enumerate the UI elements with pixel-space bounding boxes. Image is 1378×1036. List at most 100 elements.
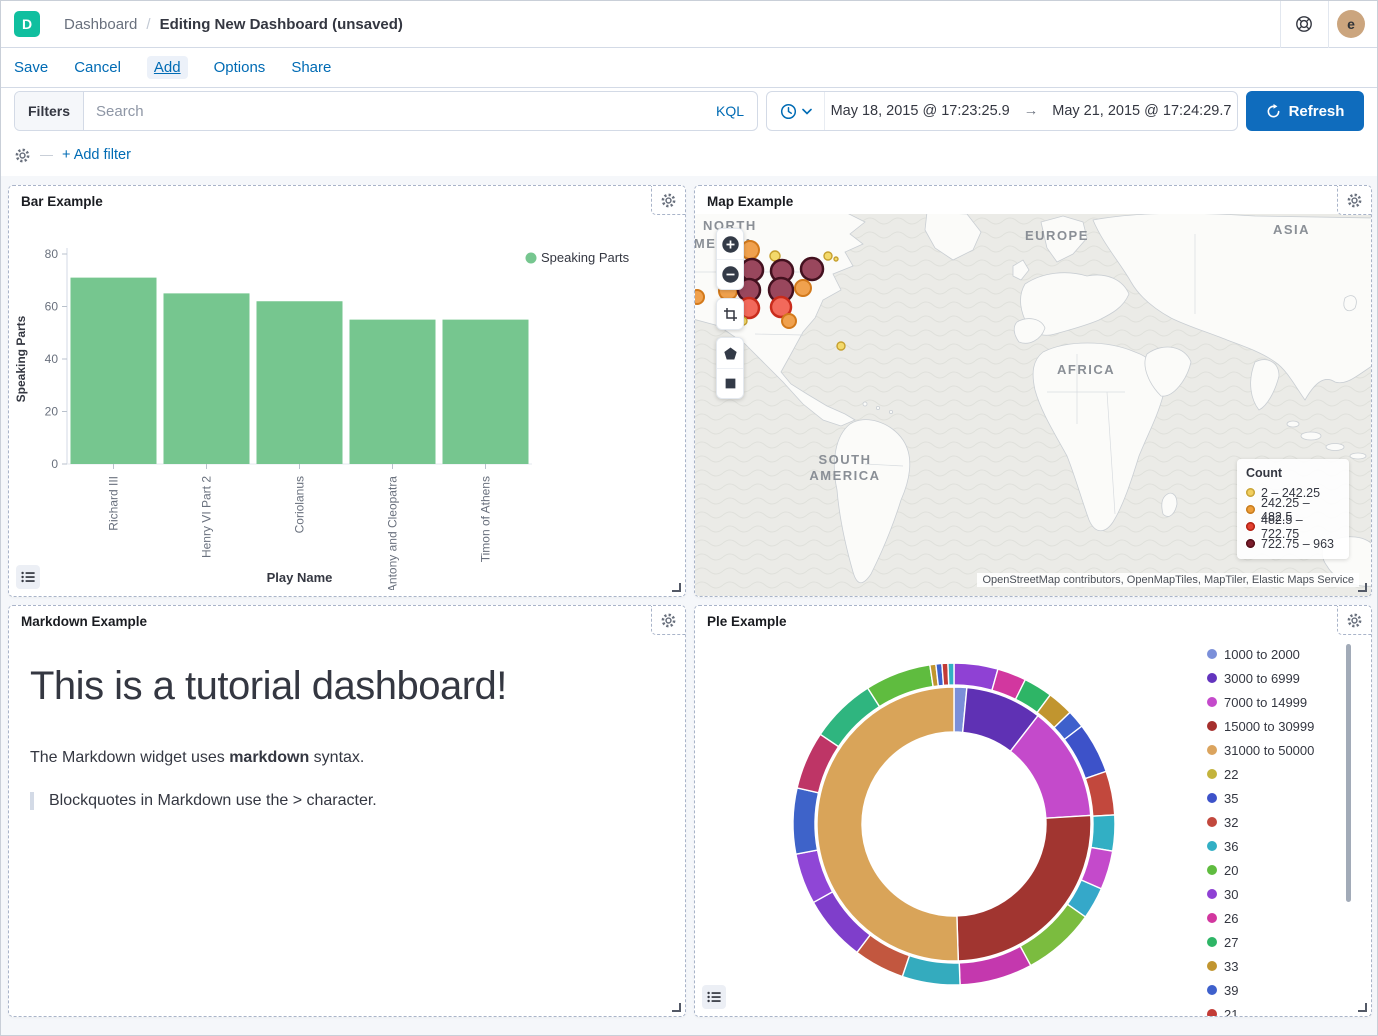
bar-Richard III[interactable] — [71, 278, 157, 464]
legend-label: 36 — [1224, 839, 1238, 854]
map-legend-item: 482.5 – 722.75 — [1246, 518, 1340, 535]
pie-legend-item-20[interactable]: 20 — [1207, 858, 1339, 882]
menu-item-options[interactable]: Options — [214, 59, 266, 76]
bar-Antony and Cleopatra[interactable] — [350, 320, 436, 464]
help-icon[interactable] — [1294, 14, 1314, 34]
map-legend-item: 722.75 – 963 — [1246, 535, 1340, 552]
bar-Timon of Athens[interactable] — [443, 320, 529, 464]
pie-legend-item-35[interactable]: 35 — [1207, 786, 1339, 810]
map-marker-orange[interactable] — [782, 314, 796, 328]
legend-color-dot — [1246, 488, 1255, 497]
legend-color-dot — [1207, 745, 1217, 755]
draw-polygon-icon[interactable] — [717, 338, 743, 368]
add-filter-link[interactable]: + Add filter — [62, 147, 131, 163]
map-legend: Count 2 – 242.25242.25 – 482.5482.5 – 72… — [1237, 459, 1349, 559]
pie-legend-item-26[interactable]: 26 — [1207, 906, 1339, 930]
legend-toggle-icon[interactable] — [702, 985, 726, 1009]
svg-text:60: 60 — [45, 300, 59, 314]
zoom-out-button[interactable] — [717, 259, 743, 289]
clock-icon — [780, 103, 797, 120]
map-marker-orange[interactable] — [795, 280, 811, 296]
panel-resize-handle[interactable] — [672, 583, 681, 592]
pie-legend-item-27[interactable]: 27 — [1207, 930, 1339, 954]
crop-tool-icon[interactable] — [717, 299, 743, 329]
menu-item-share[interactable]: Share — [291, 59, 331, 76]
date-to[interactable]: May 21, 2015 @ 17:24:29.7 — [1052, 103, 1231, 119]
pie-legend-item-39[interactable]: 39 — [1207, 978, 1339, 1002]
panel-options-gear-icon[interactable] — [651, 606, 685, 635]
date-range: May 18, 2015 @ 17:23:25.9 → May 21, 2015… — [825, 103, 1237, 119]
panel-title[interactable]: Markdown Example — [9, 606, 651, 634]
bar-Henry VI Part 2[interactable] — [164, 293, 250, 464]
filters-button[interactable]: Filters — [15, 92, 84, 130]
pie-legend-item-7000-to-14999[interactable]: 7000 to 14999 — [1207, 690, 1339, 714]
svg-text:Timon of Athens: Timon of Athens — [479, 476, 493, 562]
date-picker: May 18, 2015 @ 17:23:25.9 → May 21, 2015… — [766, 91, 1238, 131]
legend-label: 7000 to 14999 — [1224, 695, 1307, 710]
pie-slice-39[interactable] — [793, 788, 819, 854]
menu-item-add[interactable]: Add — [147, 56, 188, 79]
date-from[interactable]: May 18, 2015 @ 17:23:25.9 — [831, 103, 1010, 119]
panel-options-gear-icon[interactable] — [1337, 606, 1371, 635]
legend-color-dot — [1246, 522, 1255, 531]
svg-text:Richard III: Richard III — [107, 476, 121, 531]
pie-slice-15000 to 30999[interactable] — [957, 815, 1091, 961]
map-marker-dark[interactable] — [801, 258, 823, 280]
breadcrumb-root[interactable]: Dashboard — [64, 16, 137, 33]
panel-options-gear-icon[interactable] — [651, 186, 685, 215]
map-marker-yellow[interactable] — [834, 257, 838, 261]
panel-resize-handle[interactable] — [1358, 583, 1367, 592]
legend-color-dot — [1207, 841, 1217, 851]
legend-color-dot — [1207, 889, 1217, 899]
bar-chart[interactable]: 020406080Richard IIIHenry VI Part 2Corio… — [9, 214, 685, 590]
legend-color-dot — [1246, 505, 1255, 514]
pie-legend-item-3000-to-6999[interactable]: 3000 to 6999 — [1207, 666, 1339, 690]
legend-label: 21 — [1224, 1007, 1238, 1018]
kql-toggle[interactable]: KQL — [716, 103, 757, 119]
pie-legend-item-30[interactable]: 30 — [1207, 882, 1339, 906]
time-quick-select-button[interactable] — [767, 92, 825, 130]
search-input[interactable] — [84, 103, 716, 120]
map-marker-yellow[interactable] — [837, 342, 845, 350]
pie-slice-36[interactable] — [1091, 815, 1115, 851]
map-marker-yellow[interactable] — [824, 252, 832, 260]
pie-legend-item-1000-to-2000[interactable]: 1000 to 2000 — [1207, 642, 1339, 666]
panel-resize-handle[interactable] — [672, 1003, 681, 1012]
pie-slice-36[interactable] — [948, 663, 954, 685]
bar-Coriolanus[interactable] — [257, 301, 343, 464]
pie-legend-item-15000-to-30999[interactable]: 15000 to 30999 — [1207, 714, 1339, 738]
panel-resize-handle[interactable] — [1358, 1003, 1367, 1012]
pie-slice-30[interactable] — [954, 663, 998, 690]
pie-legend-item-32[interactable]: 32 — [1207, 810, 1339, 834]
legend-label: 22 — [1224, 767, 1238, 782]
pie-legend-item-31000-to-50000[interactable]: 31000 to 50000 — [1207, 738, 1339, 762]
legend-color-dot — [1207, 913, 1217, 923]
menu-item-save[interactable]: Save — [14, 59, 48, 76]
refresh-button[interactable]: Refresh — [1246, 91, 1364, 131]
map-marker-dark[interactable] — [741, 259, 763, 281]
panel-title[interactable]: Bar Example — [9, 186, 651, 214]
map-marker-orange[interactable] — [695, 290, 704, 304]
refresh-icon — [1266, 104, 1281, 119]
panel-options-gear-icon[interactable] — [1337, 186, 1371, 215]
panel-title[interactable]: Ple Example — [695, 606, 1337, 634]
zoom-in-button[interactable] — [717, 229, 743, 259]
legend-label: 32 — [1224, 815, 1238, 830]
legend-toggle-icon[interactable] — [16, 565, 40, 589]
pie-legend-item-36[interactable]: 36 — [1207, 834, 1339, 858]
menu-item-cancel[interactable]: Cancel — [74, 59, 121, 76]
avatar[interactable]: e — [1337, 10, 1365, 38]
map-attribution[interactable]: OpenStreetMap contributors, OpenMapTiles… — [977, 573, 1359, 587]
legend-scrollbar[interactable] — [1346, 644, 1351, 902]
pie-legend-item-21[interactable]: 21 — [1207, 1002, 1339, 1017]
pie-legend-item-22[interactable]: 22 — [1207, 762, 1339, 786]
filter-settings-gear-icon[interactable] — [14, 147, 31, 164]
panel-title[interactable]: Map Example — [695, 186, 1337, 214]
draw-rectangle-icon[interactable] — [717, 368, 743, 398]
legend-label: 31000 to 50000 — [1224, 743, 1314, 758]
legend-color-dot — [1207, 673, 1217, 683]
app-logo[interactable]: D — [14, 11, 40, 37]
pie-legend-item-33[interactable]: 33 — [1207, 954, 1339, 978]
panel-map-example: Map Example — [694, 185, 1372, 597]
header-divider — [1328, 0, 1329, 48]
